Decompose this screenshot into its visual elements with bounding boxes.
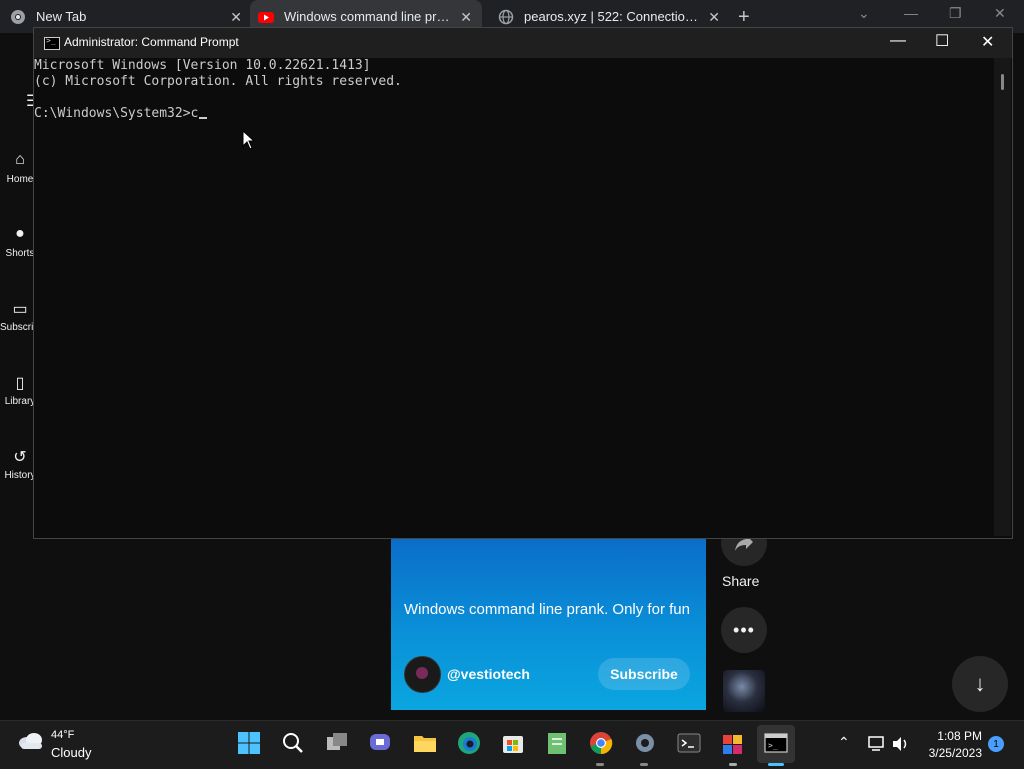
teams-icon[interactable] bbox=[367, 730, 393, 756]
tab-label: pearos.xyz | 522: Connection timed out bbox=[524, 9, 699, 24]
network-icon[interactable] bbox=[867, 735, 887, 753]
more-icon: ••• bbox=[733, 619, 755, 640]
clock-date[interactable]: 3/25/2023 bbox=[922, 746, 982, 760]
active-indicator bbox=[768, 763, 784, 766]
close-tab-icon[interactable]: ✕ bbox=[230, 9, 242, 26]
subscribe-button[interactable]: Subscribe bbox=[598, 658, 690, 690]
scrollbar-thumb[interactable] bbox=[1001, 74, 1004, 90]
globe-icon bbox=[498, 9, 514, 24]
command-prompt-icon[interactable]: >_ bbox=[763, 730, 789, 756]
running-indicator bbox=[729, 763, 737, 766]
edge-icon[interactable] bbox=[456, 730, 482, 756]
vertical-scrollbar[interactable] bbox=[994, 58, 1011, 536]
close-tab-icon[interactable]: ✕ bbox=[460, 9, 472, 26]
terminal-icon[interactable] bbox=[676, 730, 702, 756]
tab-label: New Tab bbox=[36, 9, 87, 24]
window-title: Administrator: Command Prompt bbox=[64, 35, 239, 49]
console-prompt-line[interactable]: C:\Windows\System32>c bbox=[34, 106, 208, 122]
taskbar: 44°F Cloudy >_ ⌃ 1:08 PM 3/25/2023 1 bbox=[0, 720, 1024, 769]
store-icon[interactable] bbox=[500, 730, 526, 756]
weather-temperature[interactable]: 44°F bbox=[51, 729, 74, 741]
new-tab-button[interactable]: + bbox=[738, 6, 750, 29]
clock-time[interactable]: 1:08 PM bbox=[930, 729, 982, 743]
console-prompt: C:\Windows\System32>c bbox=[34, 106, 199, 121]
next-video-button[interactable]: ↓ bbox=[952, 656, 1008, 712]
console-line: (c) Microsoft Corporation. All rights re… bbox=[34, 74, 402, 89]
close-tab-icon[interactable]: ✕ bbox=[708, 9, 720, 26]
running-indicator bbox=[640, 763, 648, 766]
weather-description[interactable]: Cloudy bbox=[51, 745, 91, 760]
settings-icon[interactable] bbox=[632, 730, 658, 756]
minimize-icon[interactable]: — bbox=[904, 5, 918, 21]
arrow-down-icon: ↓ bbox=[974, 671, 986, 696]
tab-label: Windows command line prank. Only for fun bbox=[284, 9, 454, 24]
task-view-icon[interactable] bbox=[324, 730, 350, 756]
short-title: Windows command line prank. Only for fun bbox=[404, 601, 690, 618]
short-video-player[interactable]: Windows command line prank. Only for fun… bbox=[391, 535, 706, 710]
more-actions-button[interactable]: ••• bbox=[721, 607, 767, 653]
share-label: Share bbox=[722, 573, 760, 589]
command-prompt-icon bbox=[44, 36, 60, 50]
channel-handle[interactable]: @vestiotech bbox=[447, 666, 530, 682]
close-icon[interactable]: ✕ bbox=[994, 5, 1006, 22]
app-icon[interactable] bbox=[720, 730, 746, 756]
search-icon[interactable] bbox=[280, 730, 306, 756]
console-output[interactable]: Microsoft Windows [Version 10.0.22621.14… bbox=[34, 58, 994, 536]
restore-icon[interactable]: ❐ bbox=[949, 5, 962, 22]
chrome-icon bbox=[11, 9, 25, 24]
channel-avatar[interactable] bbox=[404, 656, 441, 693]
volume-icon[interactable] bbox=[891, 735, 911, 753]
minimize-icon[interactable]: — bbox=[890, 32, 906, 50]
tab-search-icon[interactable]: ⌄ bbox=[858, 5, 870, 22]
chevron-up-icon[interactable]: ⌃ bbox=[838, 734, 850, 751]
file-explorer-icon[interactable] bbox=[412, 730, 438, 756]
maximize-icon[interactable]: ☐ bbox=[935, 31, 949, 51]
notification-badge[interactable]: 1 bbox=[988, 736, 1004, 752]
mouse-pointer-icon bbox=[242, 130, 256, 150]
command-prompt-window[interactable]: Administrator: Command Prompt — ☐ ✕ Micr… bbox=[33, 27, 1013, 539]
start-icon[interactable] bbox=[236, 730, 262, 756]
cloudy-weather-icon bbox=[19, 733, 42, 749]
running-indicator bbox=[596, 763, 604, 766]
text-cursor bbox=[199, 117, 208, 119]
notepad-icon[interactable] bbox=[544, 730, 570, 756]
svg-text:>_: >_ bbox=[768, 741, 778, 750]
chrome-icon[interactable] bbox=[588, 730, 614, 756]
channel-thumbnail[interactable] bbox=[723, 670, 765, 712]
youtube-icon bbox=[258, 11, 274, 23]
close-icon[interactable]: ✕ bbox=[981, 32, 994, 52]
console-line: Microsoft Windows [Version 10.0.22621.14… bbox=[34, 58, 371, 73]
cmd-title-bar[interactable]: Administrator: Command Prompt — ☐ ✕ bbox=[34, 28, 1012, 58]
